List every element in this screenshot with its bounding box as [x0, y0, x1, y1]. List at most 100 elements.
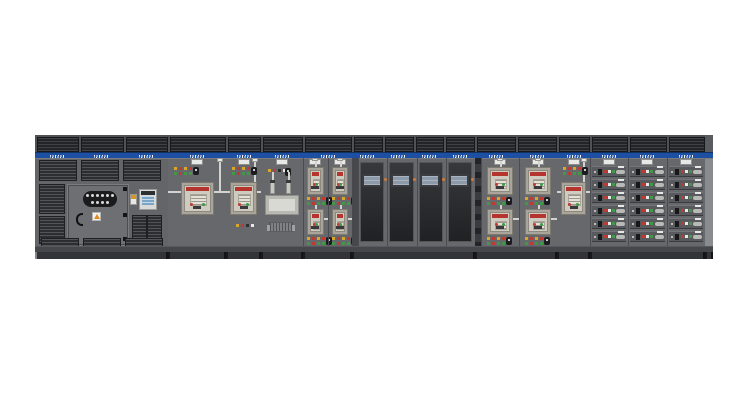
drawer-handle[interactable]	[693, 222, 702, 226]
mcc-drawer-unit[interactable]	[592, 205, 626, 216]
mcc-drawer-unit[interactable]	[630, 166, 664, 177]
roof-vent-grille	[305, 137, 352, 152]
hmi-power-button[interactable]	[442, 178, 445, 181]
hmi-display-screen[interactable]	[449, 174, 469, 187]
mcc-drawer-unit[interactable]	[592, 192, 626, 203]
drawer-handle[interactable]	[655, 196, 664, 200]
drawer-handle[interactable]	[655, 170, 664, 174]
power-connector-panel	[83, 191, 117, 207]
drawer-breaker-handle[interactable]	[598, 182, 602, 188]
mcc-drawer-unit[interactable]	[630, 205, 664, 216]
hmi-display-screen[interactable]	[391, 174, 411, 187]
drawer-indicator-lamp	[685, 196, 688, 199]
drawer-handle[interactable]	[655, 222, 664, 226]
control-toggle-switch[interactable]	[506, 237, 512, 245]
drawer-handle[interactable]	[655, 235, 664, 239]
mcc-drawer-unit[interactable]	[669, 179, 703, 190]
mcc-drawer-unit[interactable]	[669, 192, 703, 203]
drawer-breaker-handle[interactable]	[675, 234, 679, 240]
feeder-acb[interactable]	[181, 182, 214, 215]
hmi-power-button[interactable]	[471, 178, 474, 181]
drawer-breaker-handle[interactable]	[636, 221, 640, 227]
indicator-lamp	[492, 237, 495, 240]
control-toggle-switch[interactable]	[582, 167, 588, 175]
feeder-acb[interactable]	[561, 182, 586, 215]
hmi-display-screen[interactable]	[420, 174, 440, 187]
drawer-breaker-handle[interactable]	[636, 234, 640, 240]
door-handle-icon[interactable]	[76, 213, 83, 226]
controller-screen[interactable]	[142, 196, 154, 205]
feeder-acb[interactable]	[230, 182, 257, 215]
mcc-drawer-unit[interactable]	[592, 179, 626, 190]
drawer-breaker-handle[interactable]	[598, 208, 602, 214]
drawer-breaker-handle[interactable]	[598, 234, 602, 240]
drawer-handle[interactable]	[616, 222, 625, 226]
drawer-breaker-handle[interactable]	[675, 208, 679, 214]
mcc-drawer-unit[interactable]	[669, 166, 703, 177]
mcc-drawer-unit[interactable]	[669, 205, 703, 216]
control-toggle-switch[interactable]	[251, 167, 257, 175]
drawer-handle[interactable]	[616, 170, 625, 174]
control-toggle-switch[interactable]	[193, 167, 199, 175]
drawer-breaker-handle[interactable]	[675, 169, 679, 175]
lower-acb[interactable]	[525, 209, 551, 235]
drawer-breaker-handle[interactable]	[636, 169, 640, 175]
drawer-handle[interactable]	[616, 183, 625, 187]
upper-acb[interactable]	[525, 167, 551, 195]
mcc-drawer-unit[interactable]	[592, 166, 626, 177]
drawer-handle[interactable]	[693, 209, 702, 213]
hmi-power-button[interactable]	[384, 178, 387, 181]
mcc-drawer-unit[interactable]	[592, 231, 626, 242]
upper-acb[interactable]	[332, 167, 349, 195]
control-toggle-switch[interactable]	[544, 197, 550, 205]
junction-box	[337, 158, 343, 161]
mcc-drawer-unit[interactable]	[592, 218, 626, 229]
upper-acb[interactable]	[307, 167, 324, 195]
hmi-power-button[interactable]	[413, 178, 416, 181]
lower-acb[interactable]	[332, 209, 349, 235]
mini-indicator-row	[236, 224, 254, 227]
mcc-drawer-unit[interactable]	[669, 231, 703, 242]
indicator-lamp	[242, 167, 245, 170]
mcc-drawer-unit[interactable]	[669, 218, 703, 229]
drawer-breaker-handle[interactable]	[636, 182, 640, 188]
drawer-breaker-handle[interactable]	[598, 221, 602, 227]
drawer-handle[interactable]	[655, 209, 664, 213]
acb-faceplate	[335, 212, 346, 232]
drawer-handle[interactable]	[693, 235, 702, 239]
drawer-handle[interactable]	[693, 170, 702, 174]
roof-vent-grille	[81, 137, 123, 152]
drawer-label	[618, 231, 624, 233]
drawer-breaker-handle[interactable]	[675, 221, 679, 227]
mcc-drawer-unit[interactable]	[630, 179, 664, 190]
mcc-drawer-unit[interactable]	[630, 231, 664, 242]
drawer-breaker-handle[interactable]	[598, 195, 602, 201]
lower-acb[interactable]	[487, 209, 513, 235]
drawer-breaker-handle[interactable]	[675, 182, 679, 188]
hmi-display-screen[interactable]	[362, 174, 382, 187]
quad-column-1	[481, 158, 519, 246]
drawer-breaker-handle[interactable]	[675, 195, 679, 201]
drawer-handle[interactable]	[616, 235, 625, 239]
lower-acb[interactable]	[307, 209, 324, 235]
drawer-breaker-handle[interactable]	[636, 208, 640, 214]
drawer-handle[interactable]	[655, 183, 664, 187]
drawer-indicator-lamp	[612, 170, 615, 173]
mcc-drawer-unit[interactable]	[630, 218, 664, 229]
section-body	[557, 158, 590, 246]
drive-column-1	[358, 158, 387, 246]
drawer-handle[interactable]	[616, 209, 625, 213]
drawer-label	[657, 192, 663, 194]
control-toggle-switch[interactable]	[506, 197, 512, 205]
drawer-breaker-handle[interactable]	[598, 169, 602, 175]
mcc-drawer-unit[interactable]	[630, 192, 664, 203]
drawer-handle[interactable]	[693, 196, 702, 200]
control-toggle-switch[interactable]	[544, 237, 550, 245]
upper-acb[interactable]	[487, 167, 513, 195]
drawer-breaker-handle[interactable]	[636, 195, 640, 201]
plinth-base	[263, 252, 301, 259]
acb-faceplate	[490, 170, 510, 192]
drawer-indicator-lamp	[650, 222, 653, 225]
drawer-handle[interactable]	[693, 183, 702, 187]
drawer-handle[interactable]	[616, 196, 625, 200]
